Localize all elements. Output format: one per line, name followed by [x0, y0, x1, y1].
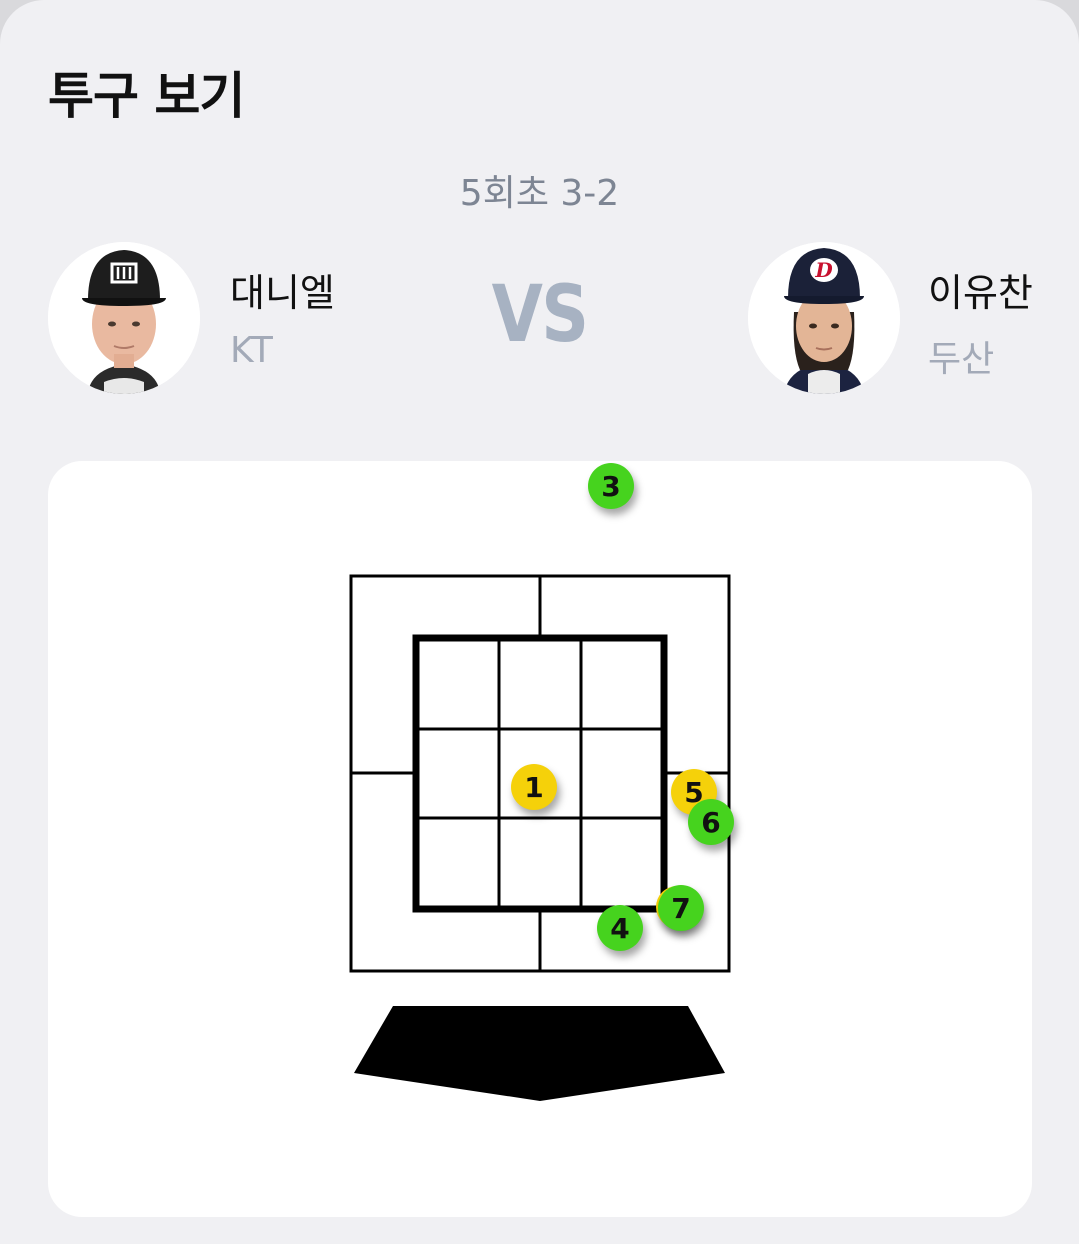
pitch-marker-1[interactable]: 1 [511, 764, 557, 810]
strike-zone-diagram [349, 574, 731, 1101]
strike-zone-panel [48, 461, 1032, 1217]
batter-team: 두산 [928, 339, 995, 380]
pitch-marker-7[interactable]: 7 [658, 885, 704, 931]
inning-score: 5회초 3-2 [459, 173, 620, 214]
batter-photo: D [748, 242, 900, 394]
svg-text:D: D [814, 258, 833, 282]
pitch-marker-6[interactable]: 6 [688, 799, 734, 845]
pitch-marker-4[interactable]: 4 [597, 905, 643, 951]
pitch-number: 3 [601, 469, 621, 503]
doosan-d-logo-icon: D [810, 258, 838, 282]
pitch-number: 7 [671, 891, 691, 925]
batter-avatar[interactable]: D [748, 242, 900, 394]
pitch-number: 4 [610, 911, 630, 945]
pitch-number: 1 [524, 770, 544, 804]
page-title: 투구 보기 [48, 67, 245, 125]
pitch-number: 6 [701, 805, 721, 839]
batter-name: 이유찬 [928, 271, 1033, 315]
home-plate-icon [354, 1006, 725, 1101]
pitch-marker-3[interactable]: 3 [588, 463, 634, 509]
pitch-view-card: 투구 보기 5회초 3-2 대니엘 KT VS D 이유찬 두산 3 1 5 6… [0, 0, 1079, 1244]
